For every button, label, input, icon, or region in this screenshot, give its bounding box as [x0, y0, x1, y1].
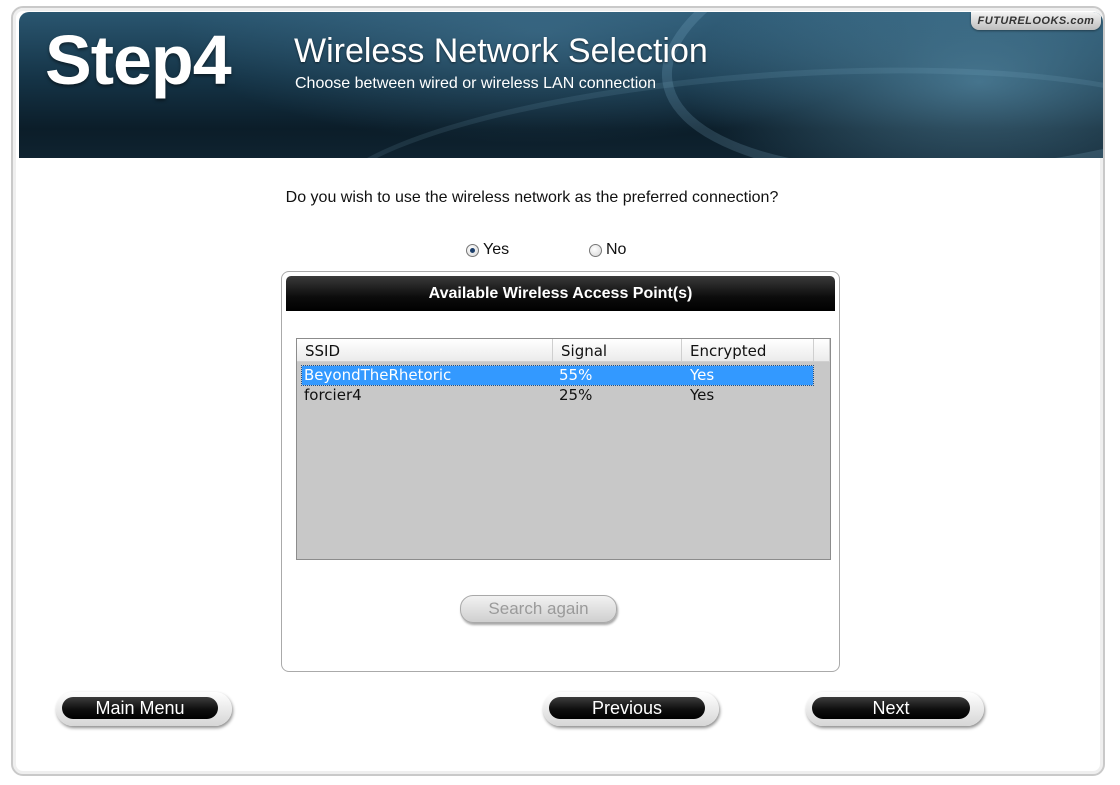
search-again-button[interactable]: Search again	[460, 595, 617, 623]
access-points-panel: Available Wireless Access Point(s) SSID …	[281, 271, 840, 672]
column-header-ssid[interactable]: SSID	[297, 339, 553, 362]
list-header: SSID Signal Encrypted	[297, 339, 830, 363]
cell-ssid: forcier4	[304, 386, 362, 404]
main-menu-button[interactable]: Main Menu	[56, 692, 232, 726]
next-button[interactable]: Next	[806, 692, 984, 726]
radio-unchecked-icon[interactable]	[589, 243, 602, 257]
access-points-title: Available Wireless Access Point(s)	[286, 276, 835, 311]
cell-signal: 55%	[559, 366, 593, 384]
column-header-signal[interactable]: Signal	[553, 339, 682, 362]
previous-button[interactable]: Previous	[543, 692, 719, 726]
page-subtitle: Choose between wired or wireless LAN con…	[295, 75, 657, 92]
radio-yes-label: Yes	[483, 241, 510, 258]
main-menu-label: Main Menu	[62, 697, 218, 719]
preferred-connection-question: Do you wish to use the wireless network …	[285, 189, 779, 206]
cell-encrypted: Yes	[690, 386, 715, 404]
radio-yes[interactable]: Yes	[466, 241, 509, 259]
table-row[interactable]: forcier4 25% Yes	[302, 386, 813, 405]
cell-ssid: BeyondTheRhetoric	[304, 366, 452, 384]
next-label: Next	[812, 697, 970, 719]
previous-label: Previous	[549, 697, 705, 719]
radio-checked-icon[interactable]	[466, 243, 479, 257]
header-banner: Step4 Wireless Network Selection Choose …	[19, 12, 1103, 158]
table-row[interactable]: BeyondTheRhetoric 55% Yes	[301, 365, 814, 386]
access-point-list[interactable]: SSID Signal Encrypted BeyondTheRhetoric …	[296, 338, 831, 560]
column-header-filler	[814, 339, 830, 362]
watermark-logo: FUTURELOOKS.com	[971, 12, 1101, 30]
cell-encrypted: Yes	[690, 366, 715, 384]
radio-no-label: No	[606, 241, 627, 258]
radio-no[interactable]: No	[589, 241, 626, 259]
cell-signal: 25%	[559, 386, 593, 404]
step-number: Step4	[45, 21, 232, 99]
column-header-encrypted[interactable]: Encrypted	[682, 339, 814, 362]
page-title: Wireless Network Selection	[294, 32, 708, 70]
